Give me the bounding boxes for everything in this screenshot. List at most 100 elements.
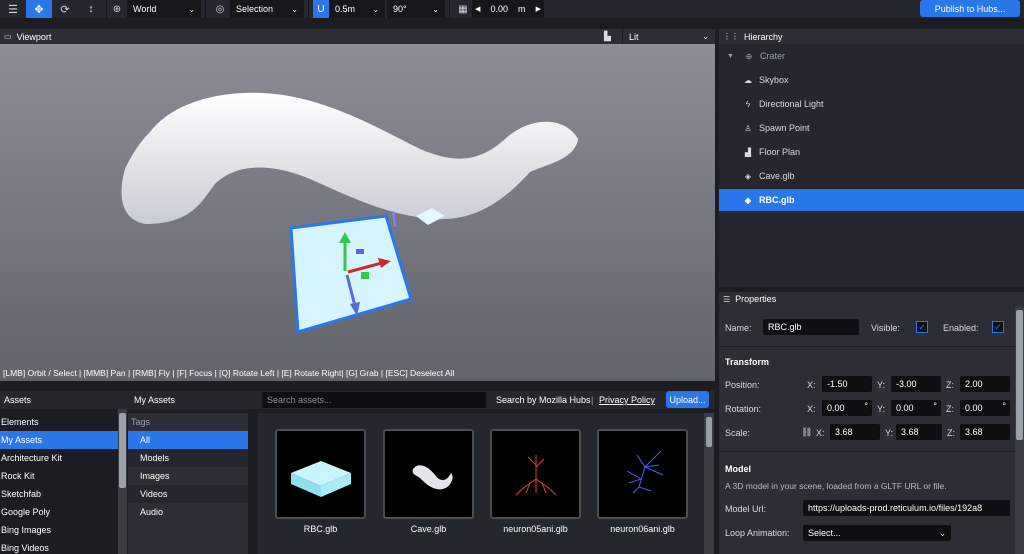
visible-checkbox[interactable]: ✓ (916, 321, 928, 333)
source-rock-kit[interactable]: Rock Kit (0, 467, 118, 485)
rotate-tool-button[interactable]: ⟳ (52, 0, 78, 18)
chevron-left-icon[interactable]: ◀ (475, 5, 480, 13)
asset-search-input[interactable]: Search assets... (262, 392, 486, 408)
loop-animation-select[interactable]: Select... ⌄ (803, 525, 951, 541)
scale-tool-button[interactable]: ↕ (78, 0, 104, 18)
scale-y-input[interactable]: 3.68 (896, 424, 942, 440)
rbc-model[interactable] (289, 214, 413, 334)
viewport-canvas[interactable]: [LMB] Orbit / Select | [MMB] Pan | [RMB]… (0, 44, 715, 381)
asset-grid-scroll-thumb[interactable] (706, 417, 712, 447)
grid-height-value[interactable]: 0.00 (490, 4, 508, 14)
source-bing-videos[interactable]: Bing Videos (0, 539, 118, 554)
hierarchy-item-skybox[interactable]: ☁ Skybox (719, 69, 1024, 91)
visible-label: Visible: (871, 323, 900, 333)
hierarchy-item-spawn-point[interactable]: ♙ Spawn Point (719, 117, 1024, 139)
toolbar: ☰ ✥ ⟳ ↕ ⊕ World ⌄ ◎ Selection ⌄ U 0.5m ⌄… (0, 0, 1024, 18)
caret-down-icon[interactable]: ▼ (727, 53, 734, 60)
controls-hint: [LMB] Orbit / Select | [MMB] Pan | [RMB]… (3, 368, 455, 378)
chevron-right-icon[interactable]: ▶ (536, 5, 541, 13)
asset-tile[interactable]: Cave.glb (383, 429, 474, 534)
link-icon[interactable]: ⛓ (801, 427, 812, 438)
rotate-icon: ⟳ (60, 3, 70, 16)
grid-height-stepper[interactable]: ◀ 0.00 m ▶ (472, 0, 544, 18)
sources-scroll-thumb[interactable] (119, 413, 126, 488)
name-input[interactable]: RBC.glb (763, 319, 859, 335)
asset-tile[interactable]: RBC.glb (275, 429, 366, 534)
rotation-z-input[interactable]: 0.00 ° (960, 400, 1010, 416)
rotation-snap-select[interactable]: 90° ⌄ (387, 0, 445, 18)
scale-z-input[interactable]: 3.68 (960, 424, 1010, 440)
position-z-input[interactable]: 2.00 (960, 376, 1010, 392)
privacy-policy-link[interactable]: Privacy Policy (599, 395, 655, 405)
coordinate-space-select[interactable]: World ⌄ (127, 0, 201, 18)
source-google-poly[interactable]: Google Poly (0, 503, 118, 521)
sources-scrollbar[interactable] (118, 409, 127, 554)
translation-snap-select[interactable]: 0.5m ⌄ (329, 0, 385, 18)
tag-videos[interactable]: Videos (128, 485, 248, 503)
source-elements[interactable]: Elements (0, 413, 118, 431)
pivot-toggle[interactable]: ◎ (210, 0, 230, 18)
translate-tool-button[interactable]: ✥ (26, 0, 52, 18)
cave-preview (412, 465, 453, 490)
hierarchy-item-directional-light[interactable]: ϟ Directional Light (719, 93, 1024, 115)
gizmo-plane-handle[interactable] (356, 249, 364, 254)
publish-button[interactable]: Publish to Hubs... (920, 0, 1020, 17)
source-architecture-kit[interactable]: Architecture Kit (0, 449, 118, 467)
properties-scroll-thumb[interactable] (1016, 310, 1023, 440)
rotation-y-label: Y: (877, 404, 886, 414)
model-description: A 3D model in your scene, loaded from a … (725, 481, 947, 491)
hierarchy-item-label: Directional Light (759, 99, 824, 109)
properties-scrollbar[interactable] (1015, 306, 1024, 554)
loop-animation-label: Loop Animation: (725, 528, 790, 538)
gizmo-plane-handle[interactable] (361, 272, 369, 279)
snap-toggle[interactable]: U (313, 0, 329, 18)
tags-label: Tags (131, 417, 151, 427)
stats-icon[interactable]: ▙ (604, 31, 611, 42)
bolt-icon: ϟ (745, 99, 751, 109)
asset-thumbnail[interactable] (383, 429, 474, 519)
scene-render[interactable] (0, 44, 715, 381)
rotation-y-value: 0.00 (896, 403, 914, 413)
rotation-x-value: 0.00 (827, 403, 845, 413)
model-url-input[interactable]: https://uploads-prod.reticulum.io/files/… (803, 500, 1010, 516)
shoe-icon: ▟ (744, 147, 752, 157)
tag-audio[interactable]: Audio (128, 503, 248, 521)
hierarchy-item-floor-plan[interactable]: ▟ Floor Plan (719, 141, 1024, 163)
asset-grid-scrollbar[interactable] (704, 413, 714, 554)
coordinate-space-toggle[interactable]: ⊕ (107, 0, 127, 18)
asset-label: neuron06ani.glb (610, 524, 675, 534)
tag-all[interactable]: All (128, 431, 248, 449)
asset-thumbnail[interactable] (275, 429, 366, 519)
source-bing-images[interactable]: Bing Images (0, 521, 118, 539)
grid-icon: ▦ (458, 3, 468, 15)
magnet-icon: U (317, 3, 325, 15)
tag-images[interactable]: Images (128, 467, 248, 485)
rotation-y-input[interactable]: 0.00 ° (891, 400, 941, 416)
enabled-checkbox[interactable]: ✓ (992, 321, 1004, 333)
source-sketchfab[interactable]: Sketchfab (0, 485, 118, 503)
scale-x-input[interactable]: 3.68 (830, 424, 880, 440)
asset-thumbnail[interactable] (490, 429, 581, 519)
hierarchy-item-cave[interactable]: ◈ Cave.glb (719, 165, 1024, 187)
asset-tile[interactable]: neuron06ani.glb (597, 429, 688, 534)
rotation-x-input[interactable]: 0.00 ° (822, 400, 872, 416)
grid-toggle[interactable]: ▦ (454, 0, 472, 18)
menu-button[interactable]: ☰ (0, 0, 26, 18)
source-my-assets[interactable]: My Assets (0, 431, 118, 449)
render-mode-select[interactable]: Lit ⌄ (622, 29, 715, 44)
chevron-down-icon: ⌄ (702, 32, 709, 41)
asset-thumbnail[interactable] (597, 429, 688, 519)
hierarchy-item-crater[interactable]: ▼ ⊕ Crater (719, 45, 1024, 67)
cloud-icon: ☁ (744, 75, 752, 85)
asset-tile[interactable]: neuron05ani.glb (490, 429, 581, 534)
upload-button[interactable]: Upload... (666, 391, 709, 408)
tag-models[interactable]: Models (128, 449, 248, 467)
hierarchy-item-label: Cave.glb (759, 171, 795, 181)
transform-pivot-select[interactable]: Selection ⌄ (230, 0, 304, 18)
move-icon: ✥ (34, 3, 44, 16)
hierarchy-item-rbc[interactable]: ◈ RBC.glb (719, 189, 1024, 211)
position-x-input[interactable]: -1.50 (822, 376, 872, 392)
cave-model[interactable] (121, 92, 578, 225)
position-y-input[interactable]: -3.00 (891, 376, 941, 392)
neuron06-preview (626, 450, 664, 494)
